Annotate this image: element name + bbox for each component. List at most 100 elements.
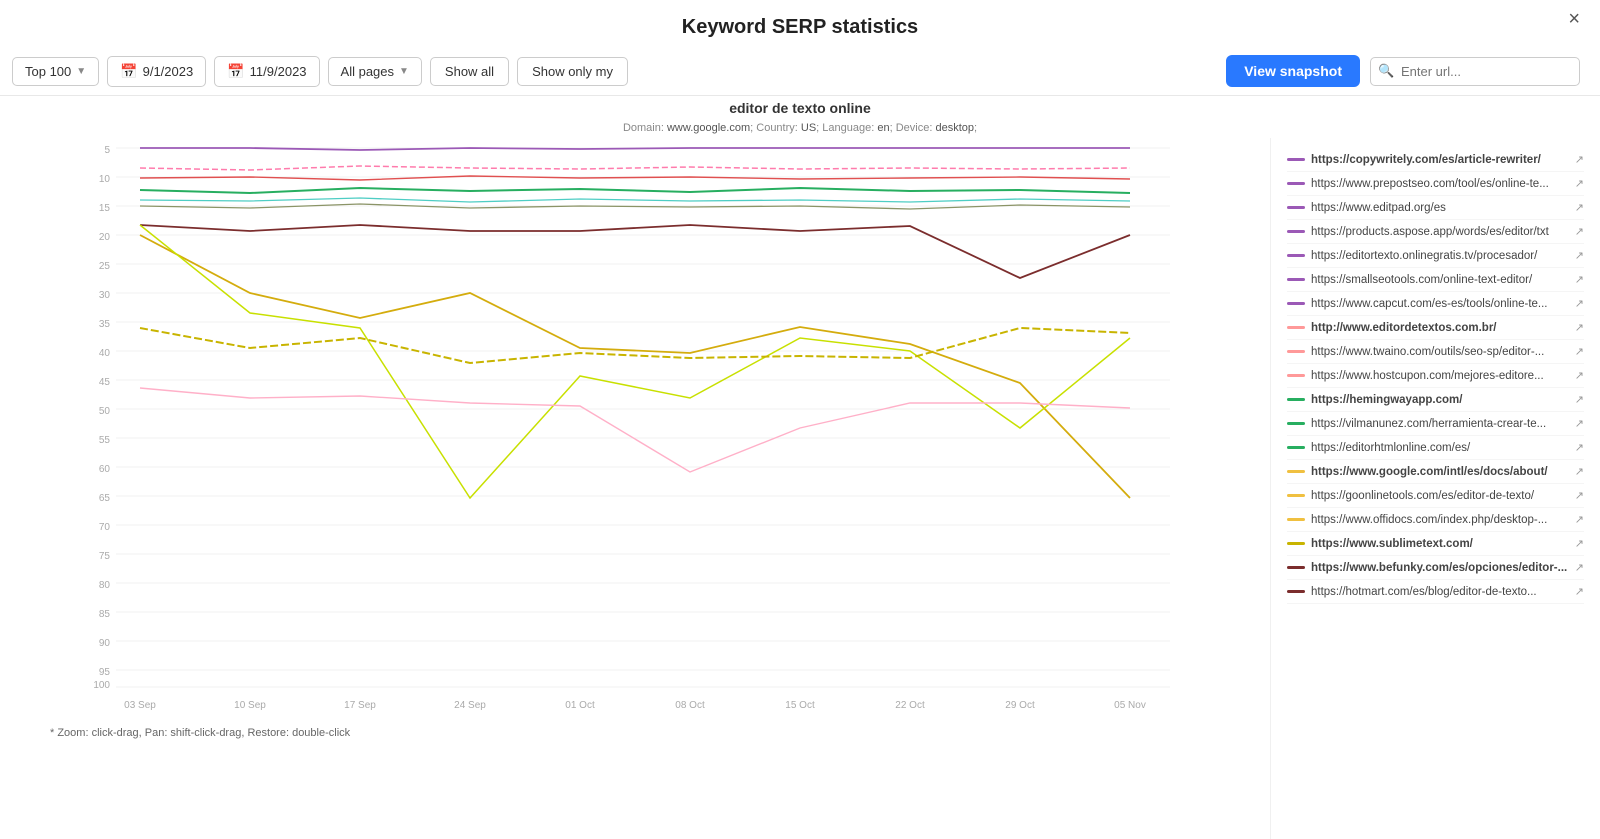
svg-text:35: 35 xyxy=(99,319,111,330)
line-olive xyxy=(140,204,1130,209)
svg-text:01 Oct: 01 Oct xyxy=(565,700,595,711)
svg-text:50: 50 xyxy=(99,406,111,417)
legend-item[interactable]: https://vilmanunez.com/herramienta-crear… xyxy=(1287,412,1584,436)
external-link-icon[interactable]: ↗ xyxy=(1575,249,1584,262)
legend-color-line xyxy=(1287,518,1305,521)
external-link-icon[interactable]: ↗ xyxy=(1575,561,1584,574)
external-link-icon[interactable]: ↗ xyxy=(1575,177,1584,190)
external-link-icon[interactable]: ↗ xyxy=(1575,393,1584,406)
legend-item[interactable]: https://products.aspose.app/words/es/edi… xyxy=(1287,220,1584,244)
svg-text:22 Oct: 22 Oct xyxy=(895,700,925,711)
external-link-icon[interactable]: ↗ xyxy=(1575,153,1584,166)
svg-text:65: 65 xyxy=(99,493,111,504)
svg-text:17 Sep: 17 Sep xyxy=(344,700,376,711)
legend-item[interactable]: https://www.hostcupon.com/mejores-editor… xyxy=(1287,364,1584,388)
legend-item[interactable]: https://www.editpad.org/es ↗ xyxy=(1287,196,1584,220)
external-link-icon[interactable]: ↗ xyxy=(1575,321,1584,334)
legend-url-text: https://www.prepostseo.com/tool/es/onlin… xyxy=(1311,178,1569,190)
legend-url-text: https://goonlinetools.com/es/editor-de-t… xyxy=(1311,490,1569,502)
legend-item[interactable]: http://www.editordetextos.com.br/↗ xyxy=(1287,316,1584,340)
show-all-label: Show all xyxy=(445,64,494,79)
legend-item[interactable]: https://hotmart.com/es/blog/editor-de-te… xyxy=(1287,580,1584,604)
legend-color-line xyxy=(1287,374,1305,377)
legend-item[interactable]: https://www.twaino.com/outils/seo-sp/edi… xyxy=(1287,340,1584,364)
search-url-input[interactable] xyxy=(1370,57,1580,86)
svg-text:15: 15 xyxy=(99,203,111,214)
legend-url-text: https://smallseotools.com/online-text-ed… xyxy=(1311,274,1569,286)
external-link-icon[interactable]: ↗ xyxy=(1575,465,1584,478)
all-pages-label: All pages xyxy=(341,64,394,79)
external-link-icon[interactable]: ↗ xyxy=(1575,225,1584,238)
legend-url-text: https://products.aspose.app/words/es/edi… xyxy=(1311,226,1569,238)
legend-url-text: https://www.sublimetext.com/ xyxy=(1311,538,1569,550)
legend-item[interactable]: https://hemingwayapp.com/↗ xyxy=(1287,388,1584,412)
external-link-icon[interactable]: ↗ xyxy=(1575,297,1584,310)
external-link-icon[interactable]: ↗ xyxy=(1575,369,1584,382)
legend-url-text: https://www.offidocs.com/index.php/deskt… xyxy=(1311,514,1569,526)
legend-url-text: https://www.editpad.org/es xyxy=(1311,202,1569,214)
legend-color-line xyxy=(1287,206,1305,209)
legend-item[interactable]: https://www.prepostseo.com/tool/es/onlin… xyxy=(1287,172,1584,196)
chart-area: 5 10 15 20 25 30 35 40 45 50 55 60 65 70… xyxy=(0,138,1270,839)
chart-country: US xyxy=(801,122,816,134)
date-end-picker[interactable]: 📅 11/9/2023 xyxy=(214,56,319,87)
svg-text:85: 85 xyxy=(99,609,111,620)
top100-dropdown[interactable]: Top 100 ▼ xyxy=(12,57,99,86)
legend-item[interactable]: https://editorhtmlonline.com/es/ ↗ xyxy=(1287,436,1584,460)
svg-text:10: 10 xyxy=(99,174,111,185)
chart-language: en xyxy=(877,122,889,134)
chart-title: editor de texto online xyxy=(729,100,871,116)
page-title: Keyword SERP statistics xyxy=(0,16,1600,39)
close-button[interactable]: × xyxy=(1564,8,1584,31)
calendar-start-icon: 📅 xyxy=(120,63,137,80)
all-pages-dropdown[interactable]: All pages ▼ xyxy=(328,57,422,86)
legend-item[interactable]: https://www.capcut.com/es-es/tools/onlin… xyxy=(1287,292,1584,316)
svg-text:10 Sep: 10 Sep xyxy=(234,700,266,711)
line-volatile-yellow xyxy=(140,225,1130,498)
svg-text:08 Oct: 08 Oct xyxy=(675,700,705,711)
external-link-icon[interactable]: ↗ xyxy=(1575,489,1584,502)
date-start-picker[interactable]: 📅 9/1/2023 xyxy=(107,56,206,87)
view-snapshot-label: View snapshot xyxy=(1244,63,1342,79)
external-link-icon[interactable]: ↗ xyxy=(1575,537,1584,550)
legend-item[interactable]: https://editortexto.onlinegratis.tv/proc… xyxy=(1287,244,1584,268)
legend-url-text: https://www.hostcupon.com/mejores-editor… xyxy=(1311,370,1569,382)
external-link-icon[interactable]: ↗ xyxy=(1575,345,1584,358)
legend-item[interactable]: https://www.sublimetext.com/ ↗ xyxy=(1287,532,1584,556)
show-only-my-button[interactable]: Show only my xyxy=(517,57,628,86)
top100-label: Top 100 xyxy=(25,64,71,79)
serp-chart[interactable]: 5 10 15 20 25 30 35 40 45 50 55 60 65 70… xyxy=(0,138,1260,718)
line-googledocs xyxy=(140,235,1130,498)
legend-color-line xyxy=(1287,254,1305,257)
legend-color-line xyxy=(1287,590,1305,593)
external-link-icon[interactable]: ↗ xyxy=(1575,585,1584,598)
external-link-icon[interactable]: ↗ xyxy=(1575,201,1584,214)
chart-device: desktop xyxy=(935,122,974,134)
legend-item[interactable]: https://www.google.com/intl/es/docs/abou… xyxy=(1287,460,1584,484)
legend-area: https://copywritely.com/es/article-rewri… xyxy=(1270,138,1600,839)
view-snapshot-button[interactable]: View snapshot xyxy=(1226,55,1360,87)
chart-domain: www.google.com xyxy=(667,122,750,134)
svg-text:24 Sep: 24 Sep xyxy=(454,700,486,711)
legend-item[interactable]: https://www.befunky.com/es/opciones/edit… xyxy=(1287,556,1584,580)
date-start-value: 9/1/2023 xyxy=(143,64,194,79)
external-link-icon[interactable]: ↗ xyxy=(1575,417,1584,430)
legend-item[interactable]: https://copywritely.com/es/article-rewri… xyxy=(1287,148,1584,172)
legend-url-text: https://www.capcut.com/es-es/tools/onlin… xyxy=(1311,298,1569,310)
legend-color-line xyxy=(1287,278,1305,281)
calendar-end-icon: 📅 xyxy=(227,63,244,80)
legend-item[interactable]: https://www.offidocs.com/index.php/deskt… xyxy=(1287,508,1584,532)
external-link-icon[interactable]: ↗ xyxy=(1575,441,1584,454)
legend-color-line xyxy=(1287,566,1305,569)
legend-color-line xyxy=(1287,302,1305,305)
legend-item[interactable]: https://goonlinetools.com/es/editor-de-t… xyxy=(1287,484,1584,508)
legend-color-line xyxy=(1287,230,1305,233)
legend-url-text: https://editortexto.onlinegratis.tv/proc… xyxy=(1311,250,1569,262)
legend-url-text: https://editorhtmlonline.com/es/ xyxy=(1311,442,1569,454)
line-hemingway xyxy=(140,188,1130,193)
external-link-icon[interactable]: ↗ xyxy=(1575,273,1584,286)
show-all-button[interactable]: Show all xyxy=(430,57,509,86)
external-link-icon[interactable]: ↗ xyxy=(1575,513,1584,526)
legend-url-text: https://www.twaino.com/outils/seo-sp/edi… xyxy=(1311,346,1569,358)
legend-item[interactable]: https://smallseotools.com/online-text-ed… xyxy=(1287,268,1584,292)
